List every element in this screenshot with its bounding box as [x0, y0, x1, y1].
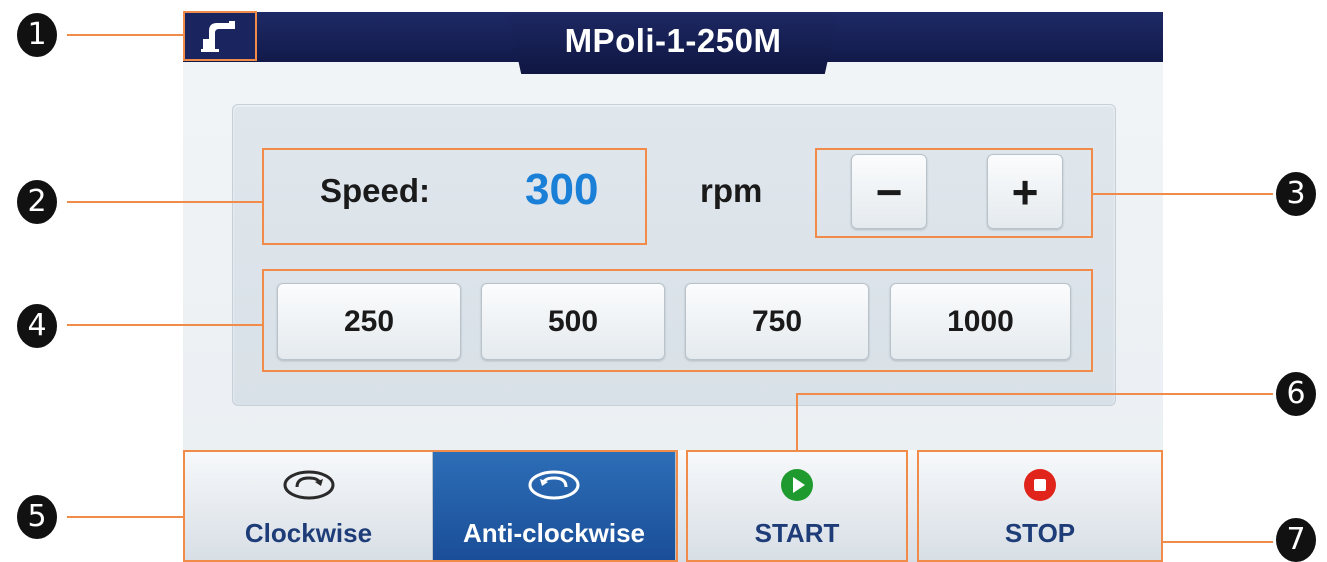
- callout-2-line: [67, 201, 262, 203]
- callout-1-line: [67, 34, 183, 36]
- callout-5-highlight: [183, 450, 678, 562]
- callout-4-badge: 4: [17, 304, 57, 348]
- speed-unit: rpm: [700, 172, 763, 209]
- callout-7-line: [1163, 541, 1273, 543]
- callout-3-badge: 3: [1276, 172, 1316, 216]
- page-title: MPoli-1-250M: [564, 22, 782, 59]
- callout-6-highlight: [686, 450, 908, 562]
- callout-3-line: [1093, 193, 1273, 195]
- callout-6-line: [797, 393, 1273, 395]
- callout-4-highlight: [262, 269, 1093, 372]
- callout-7-badge: 7: [1276, 518, 1316, 562]
- callout-5-badge: 5: [17, 495, 57, 539]
- callout-2-highlight: [262, 148, 647, 245]
- callout-4-line: [67, 324, 262, 326]
- callout-5-line: [67, 516, 183, 518]
- callout-1-highlight: [183, 11, 257, 61]
- callout-3-highlight: [815, 148, 1093, 238]
- callout-7-highlight: [917, 450, 1163, 562]
- callout-1-badge: 1: [17, 13, 57, 57]
- callout-2-badge: 2: [17, 180, 57, 224]
- callout-6-vline: [796, 393, 798, 450]
- callout-6-badge: 6: [1276, 372, 1316, 416]
